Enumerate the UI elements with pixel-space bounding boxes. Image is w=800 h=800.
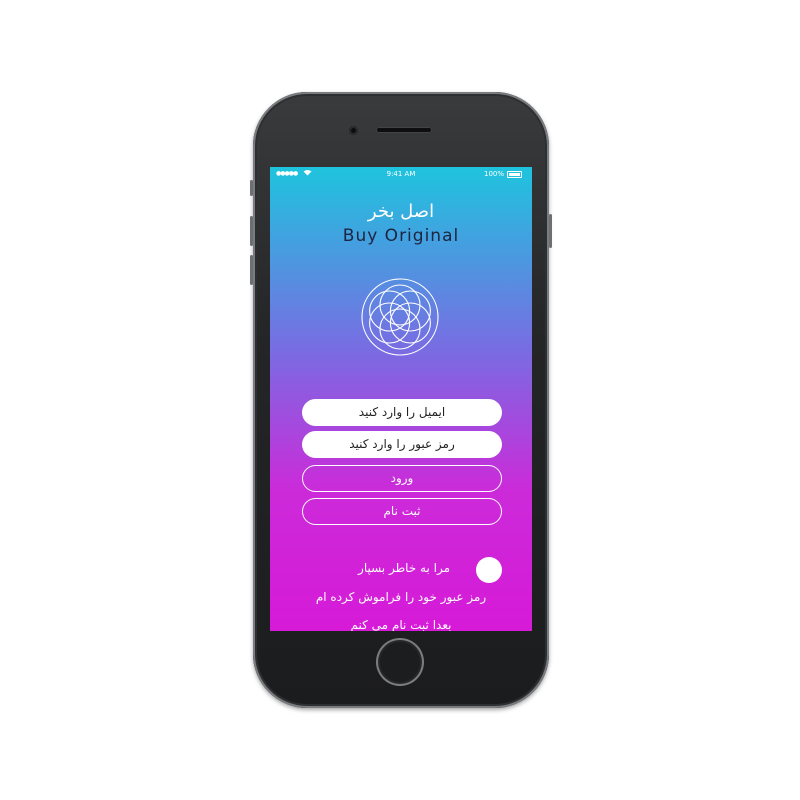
- volume-down-button: [250, 255, 253, 285]
- register-button[interactable]: ثبت نام: [302, 498, 502, 525]
- power-button: [549, 214, 552, 248]
- register-later-link[interactable]: بعدا ثبت نام می کنم: [270, 618, 532, 631]
- mute-switch: [250, 180, 253, 196]
- home-button[interactable]: [376, 638, 424, 686]
- app-title-english: Buy Original: [342, 226, 460, 246]
- remember-me-label: مرا به خاطر بسپار: [358, 561, 450, 575]
- earpiece-speaker: [376, 127, 432, 133]
- app-screen: ●●●●● 9:41 AM 100% اصل بخر Buy Original …: [270, 167, 532, 631]
- login-button[interactable]: ورود: [302, 465, 502, 492]
- battery-percent: 100%: [483, 170, 504, 178]
- phone-frame: ●●●●● 9:41 AM 100% اصل بخر Buy Original …: [250, 92, 552, 708]
- front-camera: [349, 126, 358, 135]
- email-field[interactable]: ایمیل را وارد کنید: [302, 399, 502, 426]
- app-title-persian: اصل بخر: [367, 201, 435, 222]
- remember-me-row: مرا به خاطر بسپار: [302, 557, 502, 583]
- volume-up-button: [250, 216, 253, 246]
- remember-me-toggle[interactable]: [476, 557, 502, 583]
- rosette-logo-icon: [361, 278, 439, 356]
- forgot-password-link[interactable]: رمز عبور خود را فراموش کرده ام: [270, 590, 532, 604]
- status-bar: ●●●●● 9:41 AM 100%: [270, 167, 532, 181]
- battery-icon: [507, 171, 522, 178]
- password-field[interactable]: رمز عبور را وارد کنید: [302, 431, 502, 458]
